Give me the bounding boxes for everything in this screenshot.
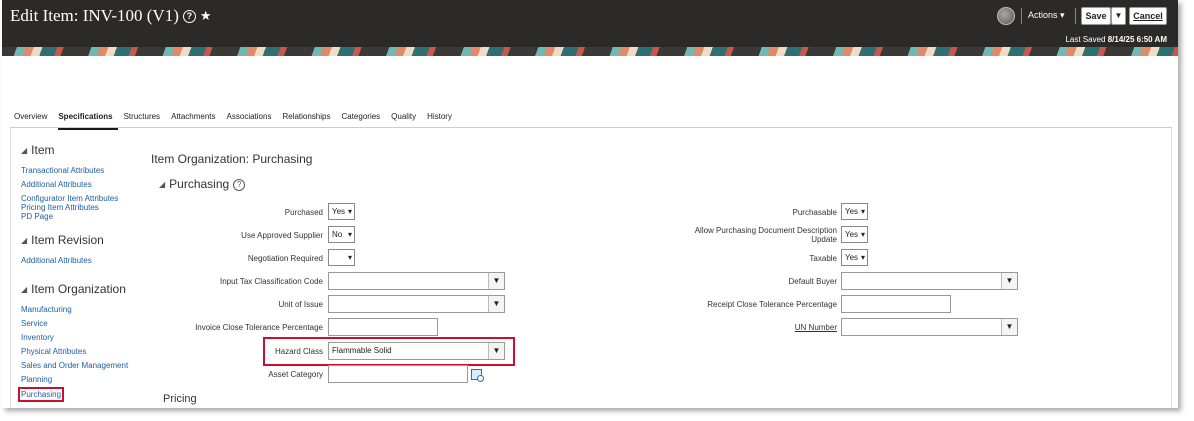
nav-section-item[interactable]: ◢ Item (21, 143, 55, 157)
disclosure-triangle-icon: ◢ (21, 236, 28, 245)
last-saved-label: Last Saved (1065, 35, 1106, 44)
unit-of-issue-label: Unit of Issue (278, 300, 323, 309)
actions-menu[interactable]: Actions ▾ (1028, 10, 1065, 21)
purchased-select[interactable]: Yes ▾ (328, 203, 355, 220)
chevron-down-icon: ▾ (860, 207, 865, 216)
hazard-class-value: Flammable Solid (332, 346, 392, 355)
default-buyer-combo[interactable]: ▼ (841, 272, 1018, 290)
nav-link-additional-attributes[interactable]: Additional Attributes (21, 180, 92, 189)
nav-link-transactional-attributes[interactable]: Transactional Attributes (21, 166, 104, 175)
purchasing-subsection-header[interactable]: ◢ Purchasing? (159, 177, 246, 191)
purchased-value: Yes (332, 207, 346, 216)
section-title: Item Organization: Purchasing (151, 152, 313, 166)
app-window: Edit Item: INV-100 (V1)? ★ Actions ▾ Save… (2, 0, 1178, 408)
un-number-label-text: UN Number (794, 323, 837, 332)
hazard-class-label: Hazard Class (274, 347, 323, 356)
nav-section-item-revision[interactable]: ◢ Item Revision (21, 233, 104, 247)
nav-link-planning[interactable]: Planning (21, 375, 52, 384)
taxable-label: Taxable (809, 254, 837, 263)
save-button[interactable]: Save (1081, 7, 1111, 25)
nav-link-sales-and-order-management[interactable]: Sales and Order Management (21, 361, 128, 370)
save-dropdown-button[interactable]: ▼ (1111, 7, 1126, 25)
nav-section-label: Item Organization (31, 282, 126, 296)
un-number-combo[interactable]: ▼ (841, 318, 1018, 336)
search-lookup-icon[interactable] (471, 369, 484, 382)
cancel-button[interactable]: Cancel (1129, 7, 1167, 25)
last-saved-status: Last Saved 8/14/25 6:50 AM (1065, 35, 1167, 44)
taxable-select[interactable]: Yes ▾ (841, 249, 868, 266)
favorite-star-icon[interactable]: ★ (200, 8, 212, 23)
nav-section-item-organization[interactable]: ◢ Item Organization (21, 282, 126, 296)
use-approved-supplier-value: No (332, 230, 343, 239)
default-buyer-label: Default Buyer (788, 277, 837, 286)
disclosure-triangle-icon: ◢ (21, 146, 28, 155)
dropdown-arrow-icon[interactable]: ▼ (488, 296, 504, 312)
help-icon[interactable]: ? (182, 10, 196, 23)
page-title-text: Edit Item: INV-100 (V1) (10, 6, 179, 25)
nav-link-service[interactable]: Service (21, 319, 48, 328)
help-icon[interactable]: ? (233, 179, 246, 191)
invoice-close-tolerance-percentage-input[interactable] (328, 318, 438, 336)
purchased-label: Purchased (284, 208, 323, 217)
allow-purchasing-document-description-update-select[interactable]: Yes ▾ (841, 226, 868, 243)
use-approved-supplier-select[interactable]: No ▾ (328, 226, 355, 243)
purchasable-select[interactable]: Yes ▾ (841, 203, 868, 220)
disclosure-triangle-icon: ◢ (159, 180, 166, 189)
header-divider (1021, 8, 1022, 24)
negotiation-required-label: Negotiation Required (247, 254, 323, 263)
dropdown-arrow-icon[interactable]: ▼ (1001, 319, 1017, 335)
nav-link-pricing-item-attributes[interactable]: Pricing Item Attributes (21, 203, 99, 212)
purchasable-label: Purchasable (792, 208, 837, 217)
nav-link-purchasing[interactable]: Purchasing (17, 387, 65, 402)
allow-purchasing-document-description-update-label: Allow Purchasing Document Description Up… (694, 226, 837, 244)
chevron-down-icon: ▾ (860, 253, 865, 262)
chevron-down-icon: ▾ (347, 230, 352, 239)
nav-link-inventory[interactable]: Inventory (21, 333, 54, 342)
dropdown-arrow-icon[interactable]: ▼ (488, 343, 504, 359)
decorative-banner (2, 47, 1178, 56)
pricing-section-title: Pricing (163, 393, 197, 405)
nav-section-label: Item (31, 143, 55, 157)
use-approved-supplier-label: Use Approved Supplier (241, 231, 323, 240)
dropdown-arrow-icon[interactable]: ▼ (1001, 273, 1017, 289)
header-divider (1075, 8, 1076, 24)
taxable-value: Yes (845, 253, 859, 262)
subsection-title: Purchasing (169, 177, 230, 191)
hazard-class-combo[interactable]: Flammable Solid ▼ (328, 342, 505, 360)
negotiation-required-select[interactable]: ▾ (328, 249, 355, 266)
purchasable-value: Yes (845, 207, 859, 216)
receipt-close-tolerance-percentage-input[interactable] (841, 295, 951, 313)
chevron-down-icon: ▾ (347, 253, 352, 262)
chevron-down-icon: ▾ (860, 230, 865, 239)
nav-link-physical-attributes[interactable]: Physical Attributes (21, 347, 86, 356)
receipt-close-tolerance-percentage-label: Receipt Close Tolerance Percentage (707, 300, 837, 309)
disclosure-triangle-icon: ◢ (21, 285, 28, 294)
asset-category-label: Asset Category (268, 370, 323, 379)
page-header: Edit Item: INV-100 (V1)? ★ Actions ▾ Save… (2, 0, 1178, 47)
asset-category-input[interactable] (328, 365, 468, 383)
input-tax-classification-code-combo[interactable]: ▼ (328, 272, 505, 290)
input-tax-classification-code-label: Input Tax Classification Code (219, 277, 323, 286)
nav-link-manufacturing[interactable]: Manufacturing (21, 305, 72, 314)
content-panel (10, 128, 1172, 408)
dropdown-arrow-icon[interactable]: ▼ (488, 273, 504, 289)
nav-link-configurator-item-attributes[interactable]: Configurator Item Attributes (21, 194, 118, 203)
un-number-label: UN Number (642, 323, 837, 332)
last-saved-value: 8/14/25 6:50 AM (1107, 35, 1167, 44)
allow-purchasing-document-description-update-value: Yes (845, 230, 859, 239)
invoice-close-tolerance-percentage-label: Invoice Close Tolerance Percentage (195, 323, 323, 332)
chevron-down-icon: ▾ (347, 207, 352, 216)
nav-link-pd-page[interactable]: PD Page (21, 212, 53, 221)
unit-of-issue-combo[interactable]: ▼ (328, 295, 505, 313)
page-title: Edit Item: INV-100 (V1)? ★ (10, 6, 212, 26)
globe-icon[interactable] (997, 7, 1015, 25)
nav-section-label: Item Revision (31, 233, 104, 247)
nav-link-revision-additional-attributes[interactable]: Additional Attributes (21, 256, 92, 265)
